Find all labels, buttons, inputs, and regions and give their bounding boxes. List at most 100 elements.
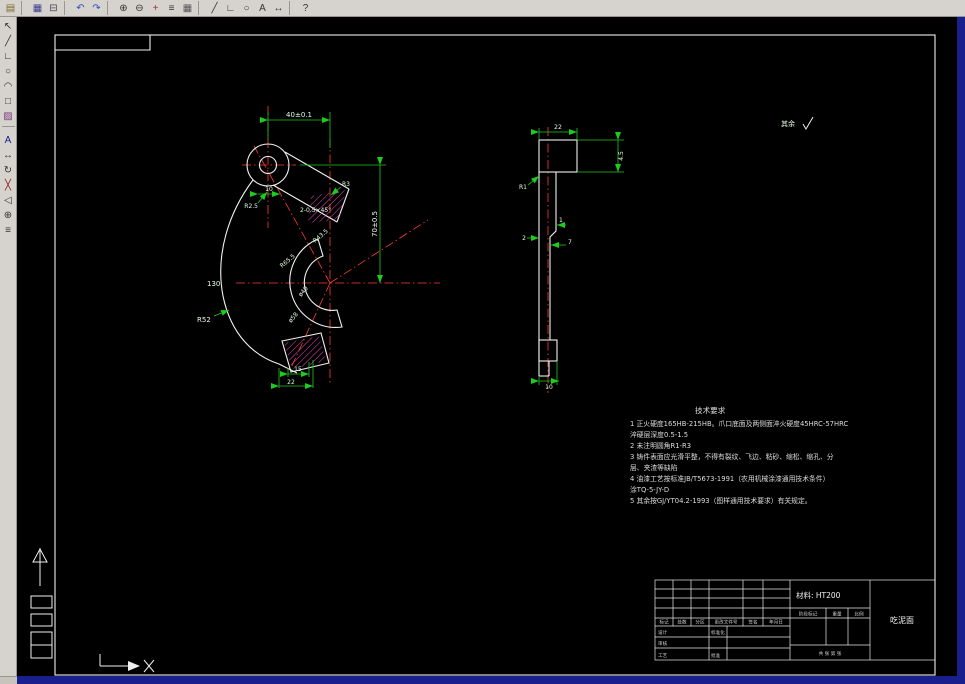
front-view: 40±0.1 10 R3 R2.5 2-0.5×45° 70±0.5 R43.5… [197, 106, 440, 389]
tb-col-mark: 标记 [659, 619, 669, 626]
line-icon[interactable]: ╱ [207, 1, 222, 15]
open-icon[interactable]: ▤ [3, 1, 18, 15]
window-edge-right [957, 17, 965, 676]
redo-icon[interactable]: ↷ [89, 1, 104, 15]
front-foot-hatch [284, 336, 326, 369]
surface-note-text: 其余 [781, 119, 795, 128]
tech-line: 涂TQ-5-JY-D [630, 485, 669, 494]
dim-label-s7: 7 [568, 239, 572, 246]
tech-line: 层、夹渣等缺陷 [630, 463, 678, 472]
toolbar-separator [64, 1, 70, 15]
dim-label-130: 130 [207, 280, 220, 288]
circle-icon[interactable]: ○ [239, 1, 254, 15]
dim-label-70: 70±0.5 [371, 211, 379, 237]
surface-roughness-note: 其余 [781, 116, 814, 130]
erase-tool-icon[interactable]: ╳ [1, 178, 16, 192]
pan-icon[interactable]: + [148, 1, 163, 15]
window-edge-bottom [17, 676, 965, 684]
save-icon[interactable]: ▦ [30, 1, 45, 15]
tech-title: 技术要求 [695, 405, 726, 415]
mirror-tool-icon[interactable]: ◁ [1, 193, 16, 207]
props-tool-icon[interactable]: ≡ [1, 223, 16, 237]
tb-role-check: 审核 [658, 640, 668, 647]
tb-role-process: 工艺 [658, 653, 668, 659]
rect-tool-icon[interactable]: □ [1, 94, 16, 108]
arc-tool-icon[interactable]: ◠ [1, 79, 16, 93]
tb-weight: 重量 [832, 611, 842, 618]
side-dimensions: 22 4.5 R1 1 2 7 10 [519, 124, 625, 391]
tb-material: 材料: HT200 [796, 590, 841, 600]
roughness-check-icon [802, 116, 814, 130]
dim-label-15: 15 [294, 366, 302, 373]
top-toolbar: ▤ ▦ ⊟ ↶ ↷ ⊕ ⊖ + ≡ ▦ ╱ ∟ ○ A ↔? [0, 0, 965, 17]
layers-icon[interactable]: ≡ [164, 1, 179, 15]
zoom-tool-icon[interactable]: ⊕ [1, 208, 16, 222]
tb-sheet-note: 共 张 第 张 [819, 650, 842, 657]
print-icon[interactable]: ⊟ [46, 1, 61, 15]
dim-label-r3: R3 [342, 181, 350, 188]
side-outline [538, 139, 578, 377]
tb-part-name: 吃泥面 [890, 615, 914, 625]
tb-col-count: 处数 [677, 619, 687, 626]
tech-line: 2 未注明圆角R1-R3 [630, 441, 691, 450]
dim-label-22b: 22 [287, 379, 295, 386]
rotate-tool-icon[interactable]: ↻ [1, 163, 16, 177]
hatch-tool-icon[interactable]: ▨ [1, 109, 16, 123]
move-tool-icon[interactable]: ↔ [1, 148, 16, 162]
text-icon[interactable]: A [255, 1, 270, 15]
tb-role-approve: 批准 [711, 652, 721, 659]
window-corner [0, 676, 17, 684]
dimension-icon[interactable]: ↔ [271, 1, 286, 15]
tech-line: 5 其余按GJ/YT04.2-1993（图样通用技术要求）有关规定。 [630, 496, 812, 505]
toolbar-separator [21, 1, 27, 15]
polyline-icon[interactable]: ∟ [223, 1, 238, 15]
toolbar-separator [289, 1, 295, 15]
side-view: 22 4.5 R1 1 2 7 10 [519, 124, 625, 393]
front-centerlines [236, 106, 440, 384]
tb-role-standard: 标准化 [711, 629, 725, 636]
tb-scale: 比例 [854, 611, 864, 618]
tech-line: 1 正火硬度165HB-215HB。爪口底面及两侧面淬火硬度45HRC-57HR… [630, 419, 848, 428]
select-icon[interactable]: ↖ [1, 19, 16, 33]
dim-label-s45: 4.5 [618, 151, 625, 161]
dim-label-s22: 22 [554, 124, 562, 131]
dim-label-40: 40±0.1 [286, 111, 312, 119]
tb-role-design: 设计 [658, 629, 668, 636]
ucs-icon [99, 654, 155, 673]
dim-label-chamfer: 2-0.5×45° [300, 207, 331, 214]
dim-label-r25: R2.5 [244, 203, 258, 210]
dim-label-r52: R52 [197, 316, 211, 324]
toolbar-separator [107, 1, 113, 15]
tb-col-date: 年月日 [769, 619, 783, 626]
tb-col-zone: 分区 [695, 619, 705, 626]
tech-line: 3 铸件表面应光滑平整，不得有裂纹、飞边、粘砂、缩松、缩孔、分 [630, 452, 834, 461]
dim-label-10: 10 [265, 186, 273, 193]
tech-line: 淬硬层深度0.5-1.5 [630, 430, 688, 439]
zoom-in-icon[interactable]: ⊕ [116, 1, 131, 15]
help-icon[interactable]: ? [298, 1, 313, 15]
dim-label-dia58: ø58 [287, 311, 300, 324]
polyline-tool-icon[interactable]: ∟ [1, 49, 16, 63]
tech-requirements: 技术要求 1 正火硬度165HB-215HB。爪口底面及两侧面淬火硬度45HRC… [630, 405, 848, 505]
toolbar-separator [1, 126, 15, 131]
title-block: 标记 处数 分区 更改文件号 签名 年月日 设计 标准化 审核 工艺 批准 材料… [654, 579, 936, 661]
dim-label-s2: 2 [522, 235, 526, 242]
margin-marks [30, 547, 53, 659]
tb-col-sign: 签名 [748, 619, 757, 626]
dim-label-r1: R1 [519, 184, 527, 191]
zoom-out-icon[interactable]: ⊖ [132, 1, 147, 15]
grid-icon[interactable]: ▦ [180, 1, 195, 15]
undo-icon[interactable]: ↶ [73, 1, 88, 15]
tech-line: 4 油漆工艺按标准JB/T5673-1991（农用机械涂漆通用技术条件） [630, 474, 829, 483]
dim-label-s1: 1 [559, 217, 563, 224]
dim-label-r435: R43.5 [312, 228, 330, 245]
toolbar-separator [198, 1, 204, 15]
sheet-frame [54, 34, 936, 676]
circle-tool-icon[interactable]: ○ [1, 64, 16, 78]
left-toolbar: ↖ ╱ ∟ ○ ◠ □ ▨ A ↔ ↻ ╳ ◁ ⊕ ≡ [0, 17, 17, 676]
drawing-canvas[interactable]: 40±0.1 10 R3 R2.5 2-0.5×45° 70±0.5 R43.5… [17, 17, 957, 676]
dim-label-s10: 10 [545, 384, 553, 391]
tb-col-docno: 更改文件号 [715, 619, 738, 626]
line-tool-icon[interactable]: ╱ [1, 34, 16, 48]
text-tool-icon[interactable]: A [1, 133, 16, 147]
